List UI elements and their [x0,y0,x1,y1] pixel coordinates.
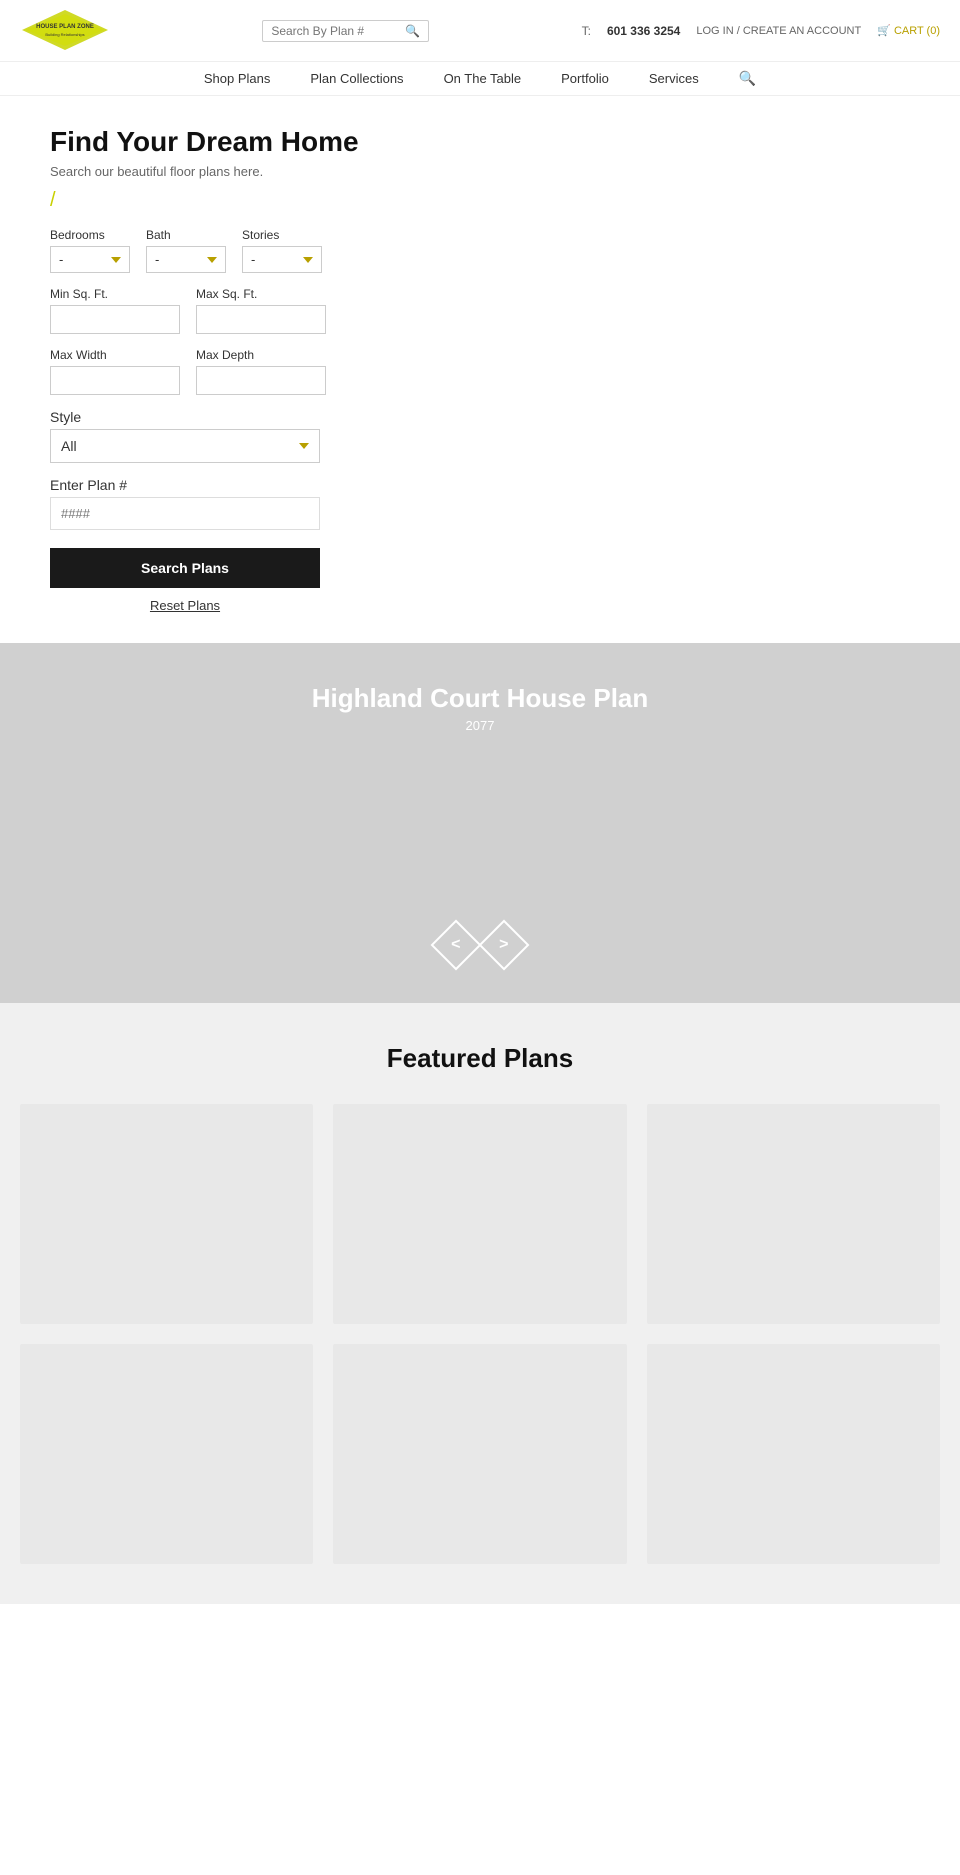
top-right-links: T: 601 336 3254 LOG IN / CREATE AN ACCOU… [582,24,940,38]
hero-next-button[interactable]: > [479,920,530,971]
hero-prev-icon: < [451,936,460,954]
hero-prev-button[interactable]: < [431,920,482,971]
phone-label: T: [582,24,591,38]
hero-nav-controls: < > [438,927,522,963]
max-depth-input[interactable] [196,366,326,395]
top-search-input[interactable] [271,24,401,38]
bath-group: Bath - 1 2 3 4 [146,228,226,273]
list-item[interactable] [20,1104,313,1324]
sqft-row: Min Sq. Ft. Max Sq. Ft. [50,287,370,334]
stories-label: Stories [242,228,322,242]
top-bar: HOUSE PLAN ZONE Building Relationships 🔍… [0,0,960,62]
top-search-icon: 🔍 [405,24,420,38]
search-form: Bedrooms - 1 2 3 4 5 Bath - 1 2 3 4 [50,228,370,613]
style-group: Style All Traditional Ranch Craftsman Co… [50,409,370,463]
max-width-group: Max Width [50,348,180,395]
max-width-label: Max Width [50,348,180,362]
max-depth-group: Max Depth [196,348,326,395]
bedrooms-select[interactable]: - 1 2 3 4 5 [50,246,130,273]
page-title: Find Your Dream Home [50,126,910,158]
style-select[interactable]: All Traditional Ranch Craftsman Contempo… [50,429,320,463]
nav-item-portfolio[interactable]: Portfolio [561,71,609,86]
login-link[interactable]: LOG IN / CREATE AN ACCOUNT [696,25,861,37]
min-sqft-group: Min Sq. Ft. [50,287,180,334]
list-item[interactable] [647,1344,940,1564]
divider-slash: / [50,189,910,212]
nav-item-shop-plans[interactable]: Shop Plans [204,71,271,86]
page-subtitle: Search our beautiful floor plans here. [50,164,910,179]
list-item[interactable] [20,1344,313,1564]
bedrooms-group: Bedrooms - 1 2 3 4 5 [50,228,130,273]
min-sqft-label: Min Sq. Ft. [50,287,180,301]
search-plans-button[interactable]: Search Plans [50,548,320,588]
main-nav: Shop Plans Plan Collections On The Table… [0,62,960,96]
bath-select[interactable]: - 1 2 3 4 [146,246,226,273]
hero-next-icon: > [499,936,508,954]
cart-link[interactable]: 🛒 CART (0) [877,24,940,37]
style-label: Style [50,409,370,425]
stories-group: Stories - 1 2 3 [242,228,322,273]
svg-text:HOUSE PLAN ZONE: HOUSE PLAN ZONE [36,24,94,30]
featured-title: Featured Plans [20,1043,940,1074]
bedrooms-label: Bedrooms [50,228,130,242]
max-sqft-label: Max Sq. Ft. [196,287,326,301]
stories-select[interactable]: - 1 2 3 [242,246,322,273]
nav-item-services[interactable]: Services [649,71,699,86]
plan-number-label: Enter Plan # [50,477,370,493]
plan-number-group: Enter Plan # [50,477,370,530]
logo[interactable]: HOUSE PLAN ZONE Building Relationships [20,8,110,53]
nav-search-icon[interactable]: 🔍 [739,70,756,87]
list-item[interactable] [333,1104,626,1324]
phone-number: 601 336 3254 [607,24,680,38]
max-sqft-input[interactable] [196,305,326,334]
min-sqft-input[interactable] [50,305,180,334]
hero-banner-subtitle: 2077 [466,718,495,733]
svg-text:Building Relationships: Building Relationships [45,32,84,37]
list-item[interactable] [647,1104,940,1324]
main-content: Find Your Dream Home Search our beautifu… [0,96,960,643]
nav-item-on-the-table[interactable]: On The Table [444,71,522,86]
list-item[interactable] [333,1344,626,1564]
plan-number-input[interactable] [50,497,320,530]
max-sqft-group: Max Sq. Ft. [196,287,326,334]
max-depth-label: Max Depth [196,348,326,362]
max-width-input[interactable] [50,366,180,395]
top-search-bar[interactable]: 🔍 [262,20,429,42]
hero-banner: Highland Court House Plan 2077 < > [0,643,960,1003]
reset-plans-link[interactable]: Reset Plans [50,598,320,613]
featured-plans-grid [20,1104,940,1564]
nav-item-plan-collections[interactable]: Plan Collections [310,71,403,86]
featured-section: Featured Plans [0,1003,960,1604]
width-depth-row: Max Width Max Depth [50,348,370,395]
bedrooms-bath-stories-row: Bedrooms - 1 2 3 4 5 Bath - 1 2 3 4 [50,228,370,273]
hero-banner-title: Highland Court House Plan [312,683,649,714]
bath-label: Bath [146,228,226,242]
